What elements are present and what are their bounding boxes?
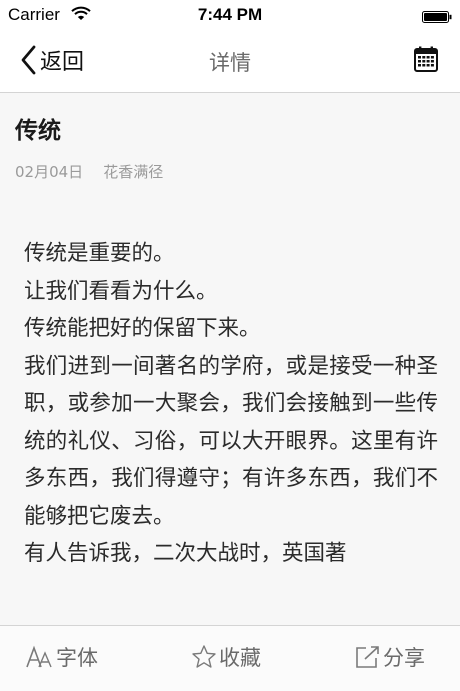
article-body: 传统是重要的。 让我们看看为什么。 传统能把好的保留下来。 我们进到一间著名的学… <box>24 235 438 573</box>
article-date: 02月04日 <box>15 163 84 181</box>
bottom-toolbar: 字体 收藏 分享 <box>0 625 460 691</box>
share-button-label: 分享 <box>383 646 425 670</box>
star-icon <box>191 644 219 670</box>
paragraph: 我们进到一间著名的学府，或是接受一种圣职，或参加一大聚会，我们会接触到一些传统的… <box>24 353 438 529</box>
paragraph: 有人告诉我，二次大战时，英国著 <box>24 541 347 566</box>
favorite-button[interactable]: 收藏 <box>191 642 261 672</box>
paragraph: 让我们看看为什么。 <box>24 278 218 304</box>
paragraph: 传统是重要的。 <box>24 241 175 266</box>
status-bar: Carrier 7:44 PM <box>0 0 460 30</box>
article-title: 传统 <box>15 118 61 144</box>
page-title: 详情 <box>209 51 251 75</box>
favorite-button-label: 收藏 <box>219 646 261 670</box>
article-author: 花香满径 <box>103 163 164 181</box>
font-button-label: 字体 <box>56 646 98 670</box>
calendar-icon <box>414 46 438 76</box>
clock: 7:44 PM <box>197 5 263 24</box>
article-content[interactable]: 传统 02月04日 花香满径 传统是重要的。 让我们看看为什么。 传统能把好的保留… <box>0 93 460 625</box>
font-button[interactable]: 字体 <box>26 642 98 672</box>
calendar-button[interactable] <box>414 46 438 72</box>
share-button[interactable]: 分享 <box>355 642 425 672</box>
share-icon <box>355 645 383 669</box>
navigation-bar: 返回 详情 <box>0 30 460 93</box>
font-size-icon <box>26 645 56 669</box>
battery-icon <box>422 8 452 23</box>
article-meta: 02月04日 花香满径 <box>15 161 163 182</box>
paragraph: 传统能把好的保留下来。 <box>24 316 261 341</box>
